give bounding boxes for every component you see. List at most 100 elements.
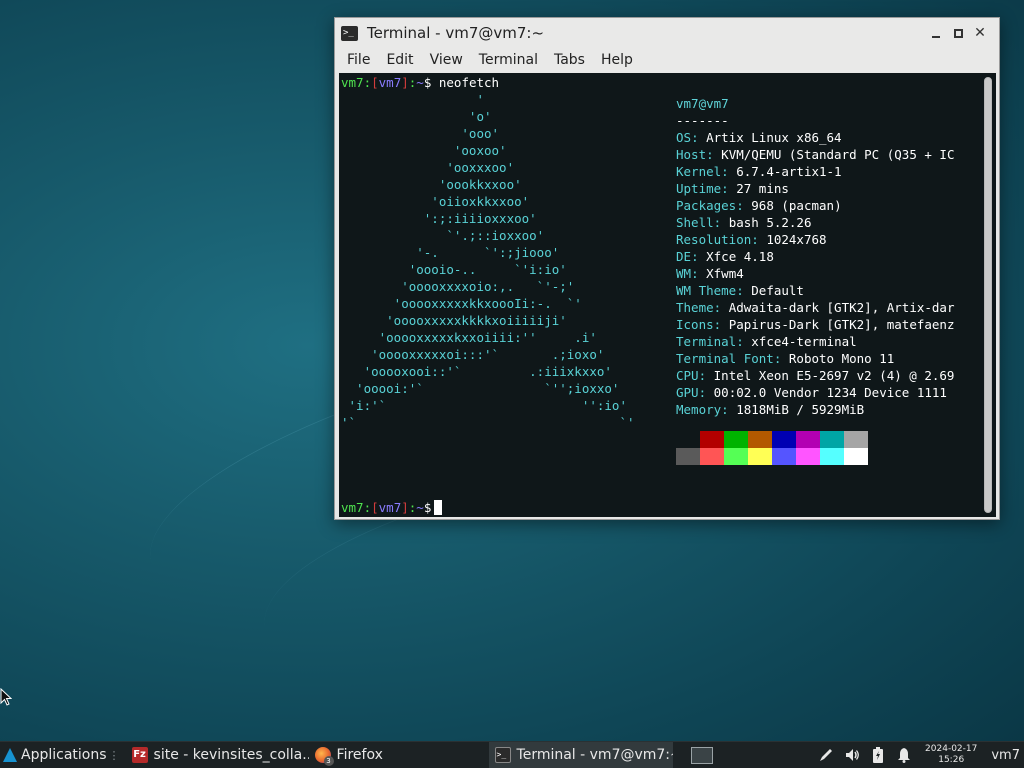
- applications-menu-button[interactable]: Applications ⋮: [0, 742, 126, 768]
- art-line: 'ooxoo': [341, 143, 507, 158]
- terminal-output[interactable]: vm7:[vm7]:~$ neofetch ' 'o' 'ooo' 'ooxoo…: [339, 73, 996, 517]
- color-swatch: [772, 448, 796, 465]
- info-header-rule: -------: [676, 113, 729, 128]
- info-line: Theme: Adwaita-dark [GTK2], Artix-dar: [676, 300, 955, 315]
- terminal-app-icon[interactable]: >_: [341, 25, 358, 41]
- prompt-line: vm7:[vm7]:~$ neofetch: [341, 75, 500, 90]
- task-label: Firefox: [336, 747, 383, 763]
- art-line: 'oiioxkkxxoo': [341, 194, 530, 209]
- art-line: 'o': [341, 109, 492, 124]
- palette-row-normal: [676, 431, 868, 448]
- menu-tabs[interactable]: Tabs: [546, 48, 593, 72]
- art-line: `'.;::ioxxoo': [341, 228, 545, 243]
- color-palette: [676, 431, 868, 465]
- info-line: WM Theme: Default: [676, 283, 804, 298]
- color-swatch: [820, 431, 844, 448]
- minimize-button[interactable]: [925, 22, 947, 44]
- art-line: 'ooxxxoo': [341, 160, 515, 175]
- art-line: 'ooooxxxxoio:,. `'-;': [341, 279, 575, 294]
- info-line: Terminal Font: Roboto Mono 11: [676, 351, 895, 366]
- maximize-icon: [953, 28, 963, 38]
- art-line: 'oooio-.. `'i:io': [341, 262, 567, 277]
- clock-time: 15:26: [938, 755, 965, 765]
- info-line: CPU: Intel Xeon E5-2697 v2 (4) @ 2.69: [676, 368, 955, 383]
- task-label: Terminal - vm7@vm7:~: [516, 747, 673, 763]
- menu-terminal[interactable]: Terminal: [471, 48, 546, 72]
- art-line: 'ooooxxxxxkkxoooIi:-. `': [341, 296, 582, 311]
- terminal-window[interactable]: >_ Terminal - vm7@vm7:~ ✕ File Edit View…: [334, 17, 1000, 520]
- color-swatch: [676, 448, 700, 465]
- color-swatch: [796, 448, 820, 465]
- window-count-badge: 3: [323, 756, 334, 766]
- art-line: 'ooooxxxxxkxxoiiii:'' .i': [341, 330, 597, 345]
- info-header-user: vm7@vm7: [676, 96, 729, 111]
- pen-icon[interactable]: [813, 742, 839, 768]
- mouse-pointer-icon: [0, 688, 12, 706]
- user-menu[interactable]: vm7: [985, 748, 1024, 763]
- menu-view[interactable]: View: [422, 48, 471, 72]
- info-line: Terminal: xfce4-terminal: [676, 334, 857, 349]
- clock-date: 2024-02-17: [925, 744, 978, 754]
- workspace-switcher[interactable]: [690, 746, 713, 764]
- art-line: 'ooo': [341, 126, 500, 141]
- terminal-icon: >_: [494, 747, 511, 763]
- art-line: 'i:'` '':io': [341, 398, 627, 413]
- color-swatch: [796, 431, 820, 448]
- color-swatch: [724, 431, 748, 448]
- info-line: GPU: 00:02.0 Vendor 1234 Device 1111: [676, 385, 947, 400]
- color-swatch: [748, 431, 772, 448]
- window-titlebar[interactable]: >_ Terminal - vm7@vm7:~ ✕: [335, 18, 999, 48]
- art-line: 'oookkxxoo': [341, 177, 522, 192]
- info-line: DE: Xfce 4.18: [676, 249, 774, 264]
- info-line: Resolution: 1024x768: [676, 232, 827, 247]
- art-line: '` `': [341, 415, 635, 430]
- task-button-firefox[interactable]: 3 Firefox: [309, 742, 489, 768]
- maximize-button[interactable]: [947, 22, 969, 44]
- current-prompt-line[interactable]: vm7:[vm7]:~$: [341, 499, 443, 516]
- color-swatch: [676, 431, 700, 448]
- info-line: Memory: 1818MiB / 5929MiB: [676, 402, 865, 417]
- color-swatch: [724, 448, 748, 465]
- filezilla-icon: Fz: [131, 747, 148, 763]
- close-button[interactable]: ✕: [969, 22, 991, 44]
- art-line: 'ooooxxxxxkkkkxoiiiiiji': [341, 313, 567, 328]
- prompt-host: vm7: [378, 75, 402, 90]
- art-line: ': [341, 92, 484, 107]
- prompt-symbol: $: [423, 75, 432, 90]
- window-title: Terminal - vm7@vm7:~: [367, 24, 545, 42]
- color-swatch: [700, 448, 724, 465]
- clock[interactable]: 2024-02-17 15:26: [917, 744, 985, 766]
- prompt-user: vm7: [341, 75, 364, 90]
- volume-icon[interactable]: [839, 742, 865, 768]
- terminal-scrollbar[interactable]: [984, 77, 992, 513]
- text-cursor: [434, 500, 443, 515]
- prompt-path: ~: [416, 75, 424, 90]
- info-line: Packages: 968 (pacman): [676, 198, 842, 213]
- art-line: 'ooooi:'` `'';ioxxo': [341, 381, 620, 396]
- color-swatch: [844, 448, 868, 465]
- command-text: neofetch: [438, 75, 500, 90]
- close-icon: ✕: [974, 25, 986, 41]
- system-tray: 2024-02-17 15:26 vm7: [813, 742, 1024, 768]
- task-button-filezilla[interactable]: Fz site - kevinsites_colla...: [126, 742, 309, 768]
- battery-icon[interactable]: [865, 742, 891, 768]
- color-swatch: [772, 431, 796, 448]
- color-swatch: [748, 448, 772, 465]
- menu-handle-icon: ⋮: [108, 748, 120, 762]
- menu-file[interactable]: File: [339, 48, 378, 72]
- info-line: Shell: bash 5.2.26: [676, 215, 812, 230]
- info-line: Icons: Papirus-Dark [GTK2], matefaenz: [676, 317, 955, 332]
- artix-logo-icon: [3, 748, 17, 762]
- firefox-icon: 3: [314, 747, 334, 766]
- art-line: 'ooooxxxxxoi:::'` .;ioxo': [341, 347, 605, 362]
- menu-help[interactable]: Help: [593, 48, 641, 72]
- color-swatch: [700, 431, 724, 448]
- task-button-terminal[interactable]: >_ Terminal - vm7@vm7:~: [488, 741, 673, 768]
- palette-row-bright: [676, 448, 868, 465]
- menu-edit[interactable]: Edit: [378, 48, 421, 72]
- artix-ascii-logo: ' 'o' 'ooo' 'ooxoo' 'ooxxxoo' 'oookkxxoo…: [341, 91, 635, 431]
- minimize-icon: [932, 35, 940, 38]
- notification-bell-icon[interactable]: [891, 742, 917, 768]
- taskbar: Applications ⋮ Fz site - kevinsites_coll…: [0, 741, 1024, 768]
- color-swatch: [820, 448, 844, 465]
